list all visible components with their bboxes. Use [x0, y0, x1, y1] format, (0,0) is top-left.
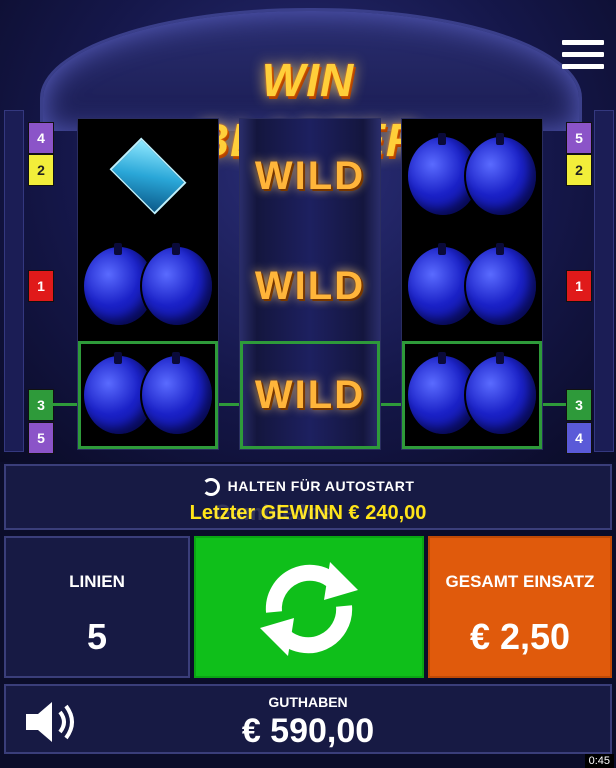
game-logo: WIN BLASTER: [196, 54, 419, 166]
symbol-wild: WILD: [240, 121, 380, 231]
autostart-hint: HALTEN FÜR AUTOSTART: [6, 478, 610, 497]
right-pillar: [594, 110, 614, 452]
payline-badge-4-right: 4: [566, 422, 592, 454]
lines-selector[interactable]: LINIEN 5: [4, 536, 190, 678]
payline-badge-2-right: 2: [566, 154, 592, 186]
symbol-plums: [78, 231, 218, 341]
payline-badge-3-left: 3: [28, 389, 54, 421]
symbol-plums: [402, 231, 542, 341]
win-line-segment: [52, 403, 78, 406]
total-bet-selector[interactable]: GESAMT EINSATZ € 2,50: [428, 536, 612, 678]
diamond-icon: [109, 137, 187, 215]
spin-arrows-icon: [260, 562, 358, 656]
win-line-segment: [216, 403, 240, 406]
total-bet-label: GESAMT EINSATZ: [445, 572, 595, 591]
balance-label: GUTHABEN: [268, 694, 348, 710]
menu-icon-bar: [562, 40, 604, 45]
payline-badge-2-left: 2: [28, 154, 54, 186]
plum-icon: [464, 243, 538, 327]
menu-button[interactable]: [562, 40, 604, 74]
reel-2: WILD WILD WILD: [239, 118, 381, 450]
win-line-segment: [378, 403, 402, 406]
wild-label: WILD: [254, 263, 366, 308]
menu-icon-bar: [562, 52, 604, 57]
wild-label: WILD: [254, 153, 366, 198]
symbol-plums-winning: [78, 341, 218, 449]
watermark: GambleJoe: [214, 500, 333, 525]
plum-icon: [464, 133, 538, 217]
reel-1: [77, 118, 219, 450]
autostart-hint-text: HALTEN FÜR AUTOSTART: [227, 478, 415, 494]
symbol-wild-winning: WILD: [240, 341, 380, 449]
balance-value: € 590,00: [241, 712, 375, 750]
plum-icon: [140, 352, 214, 436]
payline-badge-5-left: 5: [28, 422, 54, 454]
symbol-wild: WILD: [240, 231, 380, 341]
refresh-icon: [201, 478, 220, 497]
symbol-plums-winning: [402, 341, 542, 449]
symbol-plums: [402, 121, 542, 231]
left-pillar: [4, 110, 24, 452]
plum-icon: [140, 243, 214, 327]
payline-badge-3-right: 3: [566, 389, 592, 421]
lines-value: 5: [86, 616, 108, 657]
symbol-diamond: [78, 121, 218, 231]
win-line-segment: [540, 403, 566, 406]
plum-icon: [464, 352, 538, 436]
payline-badge-1-right: 1: [566, 270, 592, 302]
game-stage: WIN BLASTER 4 2 1 3 5 5 2 1 3 4 WILD WIL…: [0, 0, 616, 462]
total-bet-value: € 2,50: [469, 616, 571, 657]
menu-icon-bar: [562, 64, 604, 69]
lines-label: LINIEN: [69, 572, 125, 591]
clock: 0:45: [584, 754, 614, 768]
balance-panel: GUTHABEN € 590,00: [4, 684, 612, 754]
spin-button[interactable]: [194, 536, 424, 678]
wild-label: WILD: [254, 372, 366, 417]
reel-3: [401, 118, 543, 450]
payline-badge-1-left: 1: [28, 270, 54, 302]
payline-badge-5-right: 5: [566, 122, 592, 154]
payline-badge-4-left: 4: [28, 122, 54, 154]
